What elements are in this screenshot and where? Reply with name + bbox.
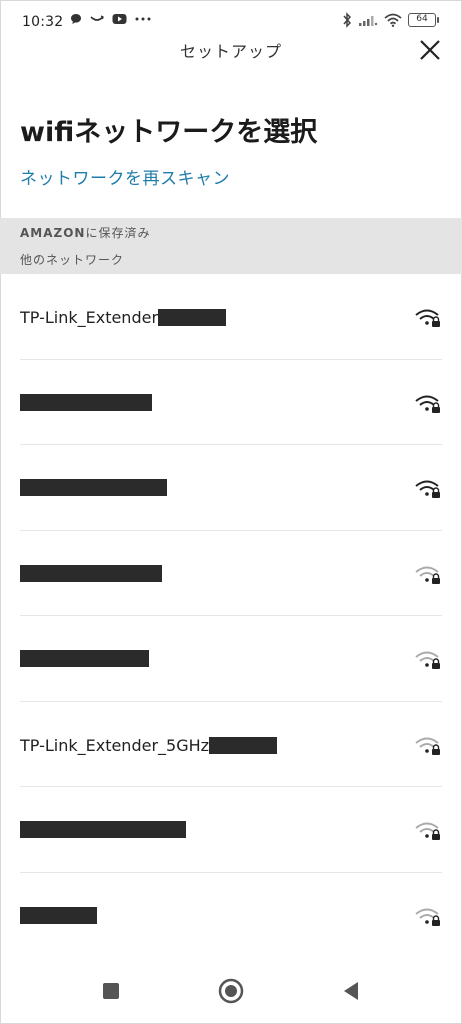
chat-icon: [71, 14, 81, 24]
wifi-weak-locked-icon: [415, 566, 440, 584]
header-title: セットアップ: [179, 42, 282, 61]
recent-apps-icon: [103, 983, 119, 999]
network-list: TP-Link_Extender TP-Link_Extender_5GHz: [0, 274, 462, 958]
wifi-locked-icon: [415, 309, 440, 327]
more-dots-icon: [135, 17, 151, 21]
back-button[interactable]: [331, 971, 371, 1011]
network-name: TP-Link_Extender: [20, 308, 227, 327]
network-row[interactable]: TP-Link_Extender: [20, 274, 442, 360]
network-name: [20, 821, 186, 838]
redaction-bar: [20, 564, 162, 582]
saved-to-amazon-label: AMAZONに保存済み: [20, 224, 150, 241]
redaction-bar: [20, 906, 97, 924]
home-button[interactable]: [211, 971, 251, 1011]
wifi-weak-locked-icon: [415, 737, 440, 755]
back-icon: [344, 982, 358, 1000]
notification-icons: [70, 13, 151, 25]
bluetooth-icon: [343, 12, 352, 28]
youtube-icon: [112, 14, 127, 24]
status-bar: 10:32 64: [0, 0, 462, 40]
network-row[interactable]: [20, 873, 442, 959]
network-name: [20, 479, 167, 496]
network-row[interactable]: [20, 445, 442, 531]
recent-apps-button[interactable]: [91, 971, 131, 1011]
page-title-text: ネットワークを選択: [74, 117, 318, 148]
network-name-text: TP-Link_Extender_5GHz: [20, 735, 210, 755]
wifi-weak-locked-icon: [415, 822, 440, 840]
redaction-bar: [20, 821, 186, 838]
amazon-smile-icon: [90, 15, 104, 21]
other-networks-label: 他のネットワーク: [20, 253, 125, 267]
redaction-bar: [20, 650, 149, 667]
redaction-bar: [209, 736, 278, 754]
system-icons: 64: [342, 12, 439, 28]
page-title: wifiネットワークを選択: [20, 110, 317, 149]
navigation-bar: [0, 958, 462, 1024]
wifi-weak-locked-icon: [415, 908, 440, 926]
close-button[interactable]: [416, 36, 444, 64]
signal-icon: [359, 16, 378, 26]
wifi-locked-icon: [415, 395, 440, 413]
network-row[interactable]: [20, 360, 442, 445]
network-row[interactable]: TP-Link_Extender_5GHz: [20, 702, 442, 787]
saved-label-text: に保存済み: [85, 226, 151, 240]
page-title-wifi: wifi: [20, 117, 75, 148]
redaction-bar: [158, 309, 227, 326]
network-name-text: TP-Link_Extender: [20, 308, 159, 327]
status-time: 10:32: [22, 14, 64, 30]
network-name: [20, 393, 152, 411]
wifi-weak-locked-icon: [415, 651, 440, 669]
network-name: [20, 906, 97, 924]
section-header: AMAZONに保存済み 他のネットワーク: [0, 218, 462, 274]
close-icon: [420, 40, 440, 60]
battery-icon: 64: [408, 13, 439, 27]
network-name: [20, 564, 162, 582]
home-icon: [218, 978, 244, 1004]
wifi-locked-icon: [415, 480, 440, 498]
network-name: [20, 650, 149, 667]
network-name: TP-Link_Extender_5GHz: [20, 735, 278, 755]
network-row[interactable]: [20, 616, 442, 702]
network-row[interactable]: [20, 531, 442, 616]
redaction-bar: [20, 393, 152, 411]
wifi-icon: [384, 13, 402, 27]
rescan-networks-link[interactable]: ネットワークを再スキャン: [20, 164, 230, 189]
saved-label-brand: AMAZON: [20, 226, 86, 240]
network-row[interactable]: [20, 787, 442, 873]
redaction-bar: [20, 479, 167, 496]
